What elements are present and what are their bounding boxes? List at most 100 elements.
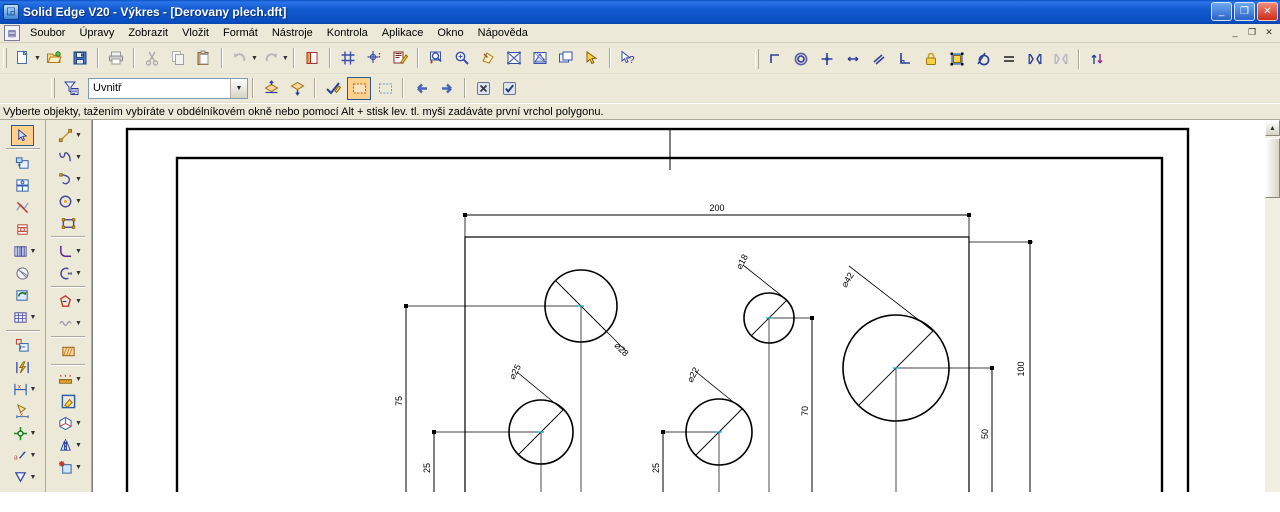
dimension-style-icon[interactable]: x — [11, 401, 34, 422]
drawing-canvas[interactable]: 200 ⌀28 ⌀25 ⌀22 ⌀18 ⌀42 75 25 25 70 100 … — [92, 120, 1264, 492]
minimize-button[interactable]: _ — [1211, 2, 1232, 21]
callout-dropdown-arrow[interactable]: ▼ — [30, 452, 37, 459]
mdi-restore-button[interactable]: ❐ — [1244, 25, 1260, 40]
fillet-tool-icon[interactable] — [54, 241, 77, 262]
undo-dropdown-arrow[interactable]: ▼ — [251, 55, 258, 62]
region-tool-icon[interactable] — [54, 291, 77, 312]
bring-to-front-icon[interactable] — [259, 77, 283, 100]
symmetry-axis-icon[interactable] — [1049, 47, 1073, 70]
freehand-sketch-icon[interactable] — [54, 313, 77, 334]
pattern-tool-dropdown-arrow[interactable]: ▼ — [75, 464, 82, 471]
part-view-icon[interactable] — [11, 175, 34, 196]
isometric-view-icon[interactable] — [54, 413, 77, 434]
menu-item-vlozit[interactable]: Vložit — [175, 25, 216, 41]
copy-attributes-icon[interactable] — [321, 77, 345, 100]
dimension-ruler-dropdown-arrow[interactable]: ▼ — [75, 376, 82, 383]
send-to-back-icon[interactable] — [285, 77, 309, 100]
render-icon[interactable] — [528, 47, 552, 70]
rigid-set-relation-icon[interactable] — [945, 47, 969, 70]
center-mark-icon[interactable] — [9, 423, 32, 444]
arc-tool-dropdown-arrow[interactable]: ▼ — [75, 176, 82, 183]
undo-icon[interactable] — [228, 47, 252, 70]
select-tool-icon[interactable] — [11, 124, 34, 146]
connect-relation-icon[interactable] — [763, 47, 787, 70]
copy-icon[interactable] — [166, 47, 190, 70]
circle-tool-dropdown-arrow[interactable]: ▼ — [75, 198, 82, 205]
chamfer-tool-icon[interactable] — [54, 263, 77, 284]
symmetric-relation-icon[interactable] — [1023, 47, 1047, 70]
menu-item-nastroje[interactable]: Nástroje — [265, 25, 320, 41]
toolbar-grip[interactable] — [3, 48, 7, 68]
named-view-icon[interactable] — [554, 47, 578, 70]
refresh-icon[interactable] — [11, 285, 34, 306]
mirror-tool-dropdown-arrow[interactable]: ▼ — [75, 442, 82, 449]
balloon-dropdown-arrow[interactable]: ▼ — [30, 474, 37, 481]
horizontal-vertical-relation-icon[interactable] — [815, 47, 839, 70]
document-icon[interactable]: ▤ — [4, 25, 20, 41]
hatch-fill-icon[interactable] — [57, 341, 80, 362]
drawing-view-wizard-icon[interactable] — [11, 153, 34, 174]
alignment-indicator-icon[interactable] — [362, 47, 386, 70]
scroll-up-button[interactable]: ▲ — [1265, 120, 1280, 136]
smart-dimension-icon[interactable]: x — [9, 379, 32, 400]
select-region-icon[interactable] — [373, 77, 397, 100]
lock-relation-icon[interactable] — [919, 47, 943, 70]
select-tool-icon[interactable] — [580, 47, 604, 70]
close-button[interactable]: ✕ — [1257, 2, 1278, 21]
chevron-down-icon[interactable]: ▼ — [230, 78, 247, 98]
detail-view-icon[interactable] — [11, 219, 34, 240]
toolbar-grip[interactable] — [51, 78, 55, 98]
cancel-icon[interactable] — [471, 77, 495, 100]
part-list-icon[interactable] — [11, 335, 34, 356]
callout-icon[interactable]: a — [9, 445, 32, 466]
update-views-icon[interactable] — [11, 263, 34, 284]
parallel-relation-icon[interactable] — [867, 47, 891, 70]
redo-icon[interactable] — [259, 47, 283, 70]
help-pointer-icon[interactable]: ? — [616, 47, 640, 70]
connect-relation-icon[interactable] — [11, 357, 34, 378]
dimension-ruler-icon[interactable] — [54, 369, 77, 390]
mirror-tool-icon[interactable] — [54, 435, 77, 456]
print-icon[interactable] — [104, 47, 128, 70]
maximize-button[interactable]: ❐ — [1234, 2, 1255, 21]
concentric-relation-icon[interactable] — [789, 47, 813, 70]
menu-item-kontrola[interactable]: Kontrola — [320, 25, 375, 41]
next-step-icon[interactable] — [435, 77, 459, 100]
circle-tool-icon[interactable] — [54, 191, 77, 212]
curve-tool-icon[interactable] — [54, 147, 77, 168]
cut-icon[interactable] — [140, 47, 164, 70]
balloon-icon[interactable] — [9, 467, 32, 488]
equal-relation-icon[interactable] — [997, 47, 1021, 70]
arc-tool-icon[interactable] — [54, 169, 77, 190]
fillet-tool-dropdown-arrow[interactable]: ▼ — [75, 248, 82, 255]
sheet-setup-icon[interactable] — [300, 47, 324, 70]
fill-region-icon[interactable] — [347, 76, 371, 100]
scroll-track[interactable] — [1265, 136, 1280, 492]
mdi-minimize-button[interactable]: _ — [1227, 25, 1243, 40]
section-view-dropdown-arrow[interactable]: ▼ — [30, 248, 37, 255]
select-filter-icon[interactable] — [59, 77, 83, 100]
tangent-relation-icon[interactable] — [971, 47, 995, 70]
previous-step-icon[interactable] — [409, 77, 433, 100]
section-view-icon[interactable] — [9, 241, 32, 262]
save-icon[interactable] — [68, 47, 92, 70]
menu-item-format[interactable]: Formát — [216, 25, 265, 41]
pan-icon[interactable] — [476, 47, 500, 70]
center-mark-dropdown-arrow[interactable]: ▼ — [30, 430, 37, 437]
equal-length-relation-icon[interactable] — [841, 47, 865, 70]
table-dropdown-arrow[interactable]: ▼ — [30, 314, 37, 321]
perpendicular-relation-icon[interactable] — [893, 47, 917, 70]
zoom-area-icon[interactable] — [424, 47, 448, 70]
new-file-icon[interactable] — [11, 47, 35, 70]
curve-tool-dropdown-arrow[interactable]: ▼ — [75, 154, 82, 161]
zoom-icon[interactable] — [450, 47, 474, 70]
scroll-thumb[interactable] — [1265, 138, 1280, 198]
pattern-tool-icon[interactable] — [54, 457, 77, 478]
menu-item-upravy[interactable]: Úpravy — [72, 25, 121, 41]
redo-dropdown-arrow[interactable]: ▼ — [282, 55, 289, 62]
mdi-close-button[interactable]: ✕ — [1261, 25, 1277, 40]
fit-icon[interactable] — [502, 47, 526, 70]
table-icon[interactable] — [9, 307, 32, 328]
menu-item-zobrazit[interactable]: Zobrazit — [121, 25, 175, 41]
rectangle-tool-icon[interactable] — [57, 213, 80, 234]
